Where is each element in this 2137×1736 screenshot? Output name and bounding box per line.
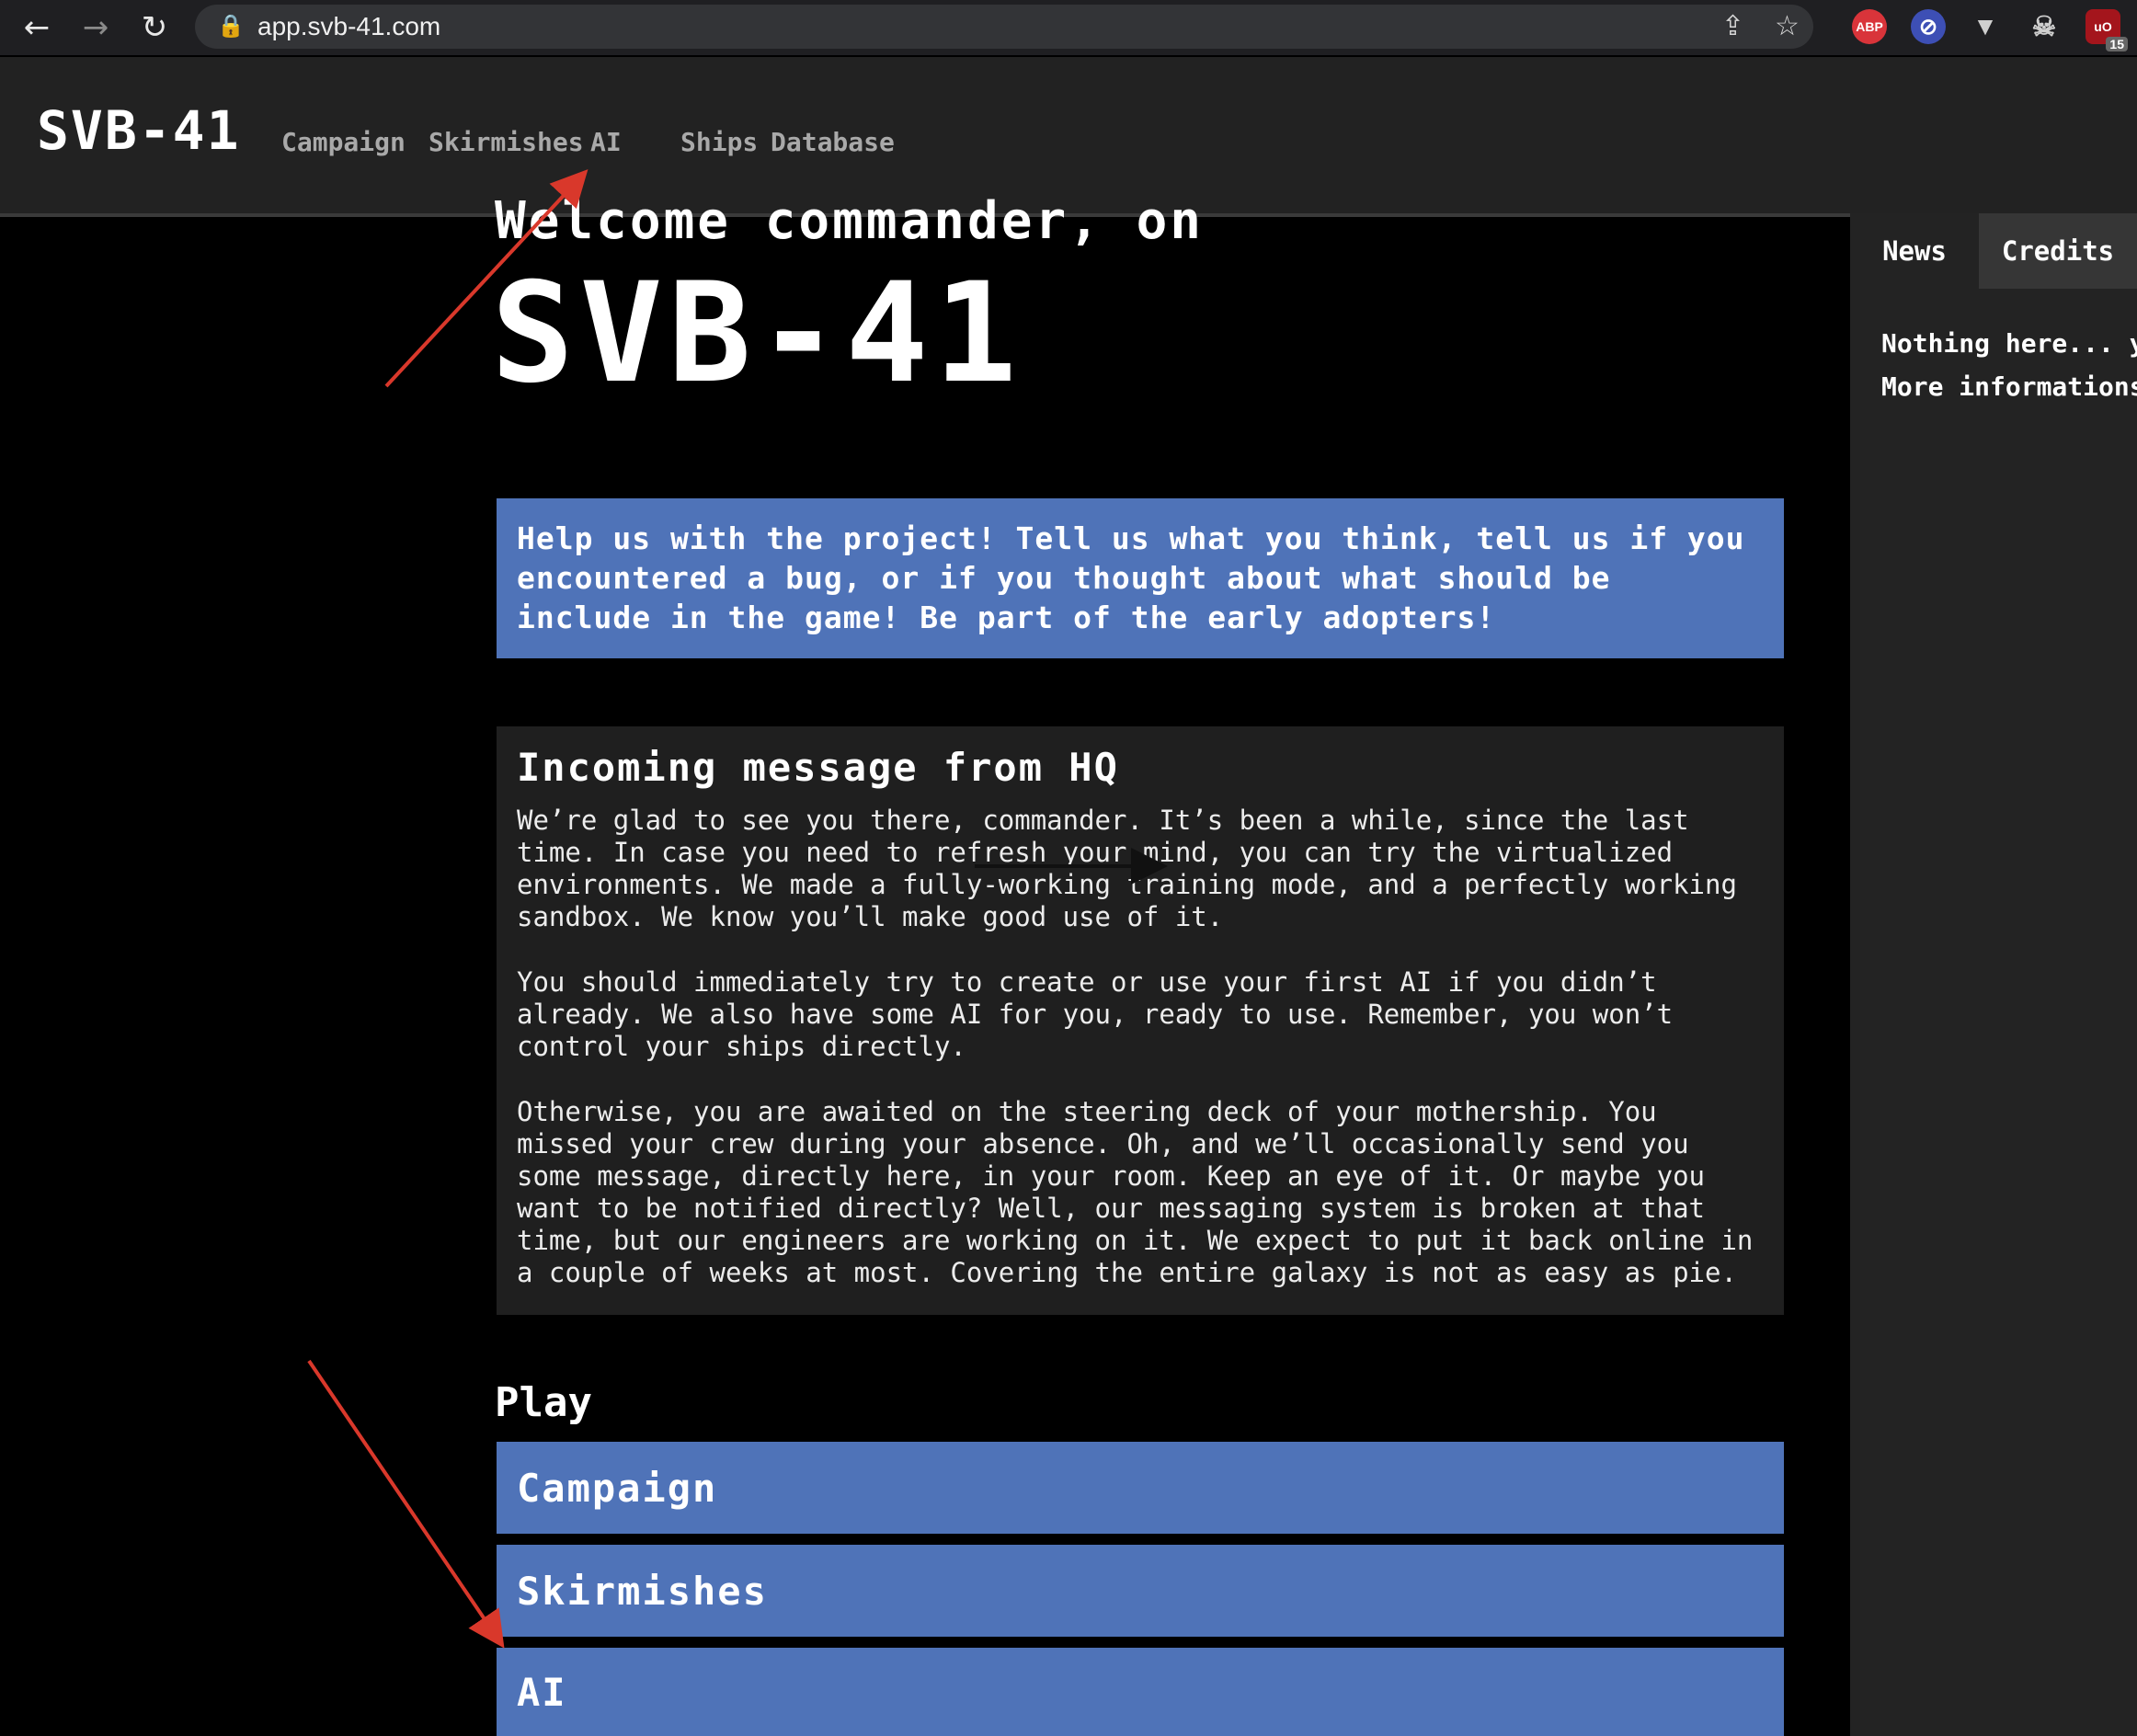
- message-paragraph: We’re glad to see you there, commander. …: [517, 805, 1737, 932]
- forward-icon[interactable]: →: [75, 7, 116, 48]
- tab-news[interactable]: News: [1850, 213, 1979, 289]
- banner-text: Help us with the project! Tell us what y…: [517, 520, 1745, 635]
- welcome-heading: Welcome commander, on: [495, 191, 1205, 251]
- nav-campaign[interactable]: Campaign: [281, 127, 406, 157]
- hq-message-panel: Incoming message from HQ We’re glad to s…: [497, 726, 1784, 1315]
- ublock-origin-icon[interactable]: uO 15: [2086, 9, 2128, 51]
- share-icon[interactable]: ⇪: [1721, 10, 1744, 42]
- arrow-to-play-ai: [307, 1359, 505, 1649]
- play-ai-label: AI: [517, 1669, 567, 1715]
- play-ai-button[interactable]: AI: [497, 1648, 1784, 1736]
- message-title: Incoming message from HQ: [517, 745, 1119, 790]
- nav-skirmishes[interactable]: Skirmishes: [429, 127, 584, 157]
- play-campaign-label: Campaign: [517, 1465, 718, 1511]
- nav-ships[interactable]: Ships: [680, 127, 758, 157]
- tab-credits[interactable]: Credits: [1979, 213, 2137, 289]
- reload-icon[interactable]: ↻: [134, 7, 175, 48]
- vue-devtools-icon[interactable]: ▼: [1968, 9, 2003, 44]
- nav-database[interactable]: Database: [771, 127, 895, 157]
- privacy-badger-icon[interactable]: ⊘: [1911, 9, 1946, 44]
- news-empty-text: Nothing here... yet!: [1881, 328, 2137, 359]
- play-skirmishes-label: Skirmishes: [517, 1568, 768, 1614]
- nav-ai[interactable]: AI: [590, 127, 622, 157]
- extension-badge: 15: [2106, 37, 2128, 51]
- adblock-plus-icon[interactable]: ABP: [1852, 9, 1887, 44]
- back-icon[interactable]: ←: [17, 7, 57, 48]
- more-info-text[interactable]: More informations: [1881, 365, 2137, 408]
- skull-extension-icon[interactable]: ☠: [2027, 9, 2062, 44]
- browser-toolbar: ← → ↻ 🔒 app.svb-41.com ⇪ ☆ ABP ⊘ ▼ ☠ uO …: [0, 0, 2137, 55]
- ublock-label: uO: [2094, 19, 2112, 34]
- play-campaign-button[interactable]: Campaign: [497, 1442, 1784, 1534]
- message-paragraph: Otherwise, you are awaited on the steeri…: [517, 1096, 1754, 1288]
- news-sidebar: News Credits Nothing here... yet! More i…: [1850, 213, 2137, 1736]
- url-text[interactable]: app.svb-41.com: [257, 12, 440, 41]
- play-skirmishes-button[interactable]: Skirmishes: [497, 1545, 1784, 1637]
- lock-icon[interactable]: 🔒: [217, 13, 245, 39]
- site-logo[interactable]: SVB-41: [37, 99, 241, 162]
- address-bar[interactable]: 🔒 app.svb-41.com ⇪ ☆: [195, 5, 1813, 49]
- feedback-banner[interactable]: Help us with the project! Tell us what y…: [497, 498, 1784, 658]
- play-heading: Play: [495, 1379, 592, 1426]
- page-title: SVB-41: [491, 254, 1023, 414]
- news-content: Nothing here... yet! More informations: [1881, 322, 2137, 408]
- message-paragraph: You should immediately try to create or …: [517, 966, 1674, 1062]
- bookmark-star-icon[interactable]: ☆: [1775, 10, 1800, 42]
